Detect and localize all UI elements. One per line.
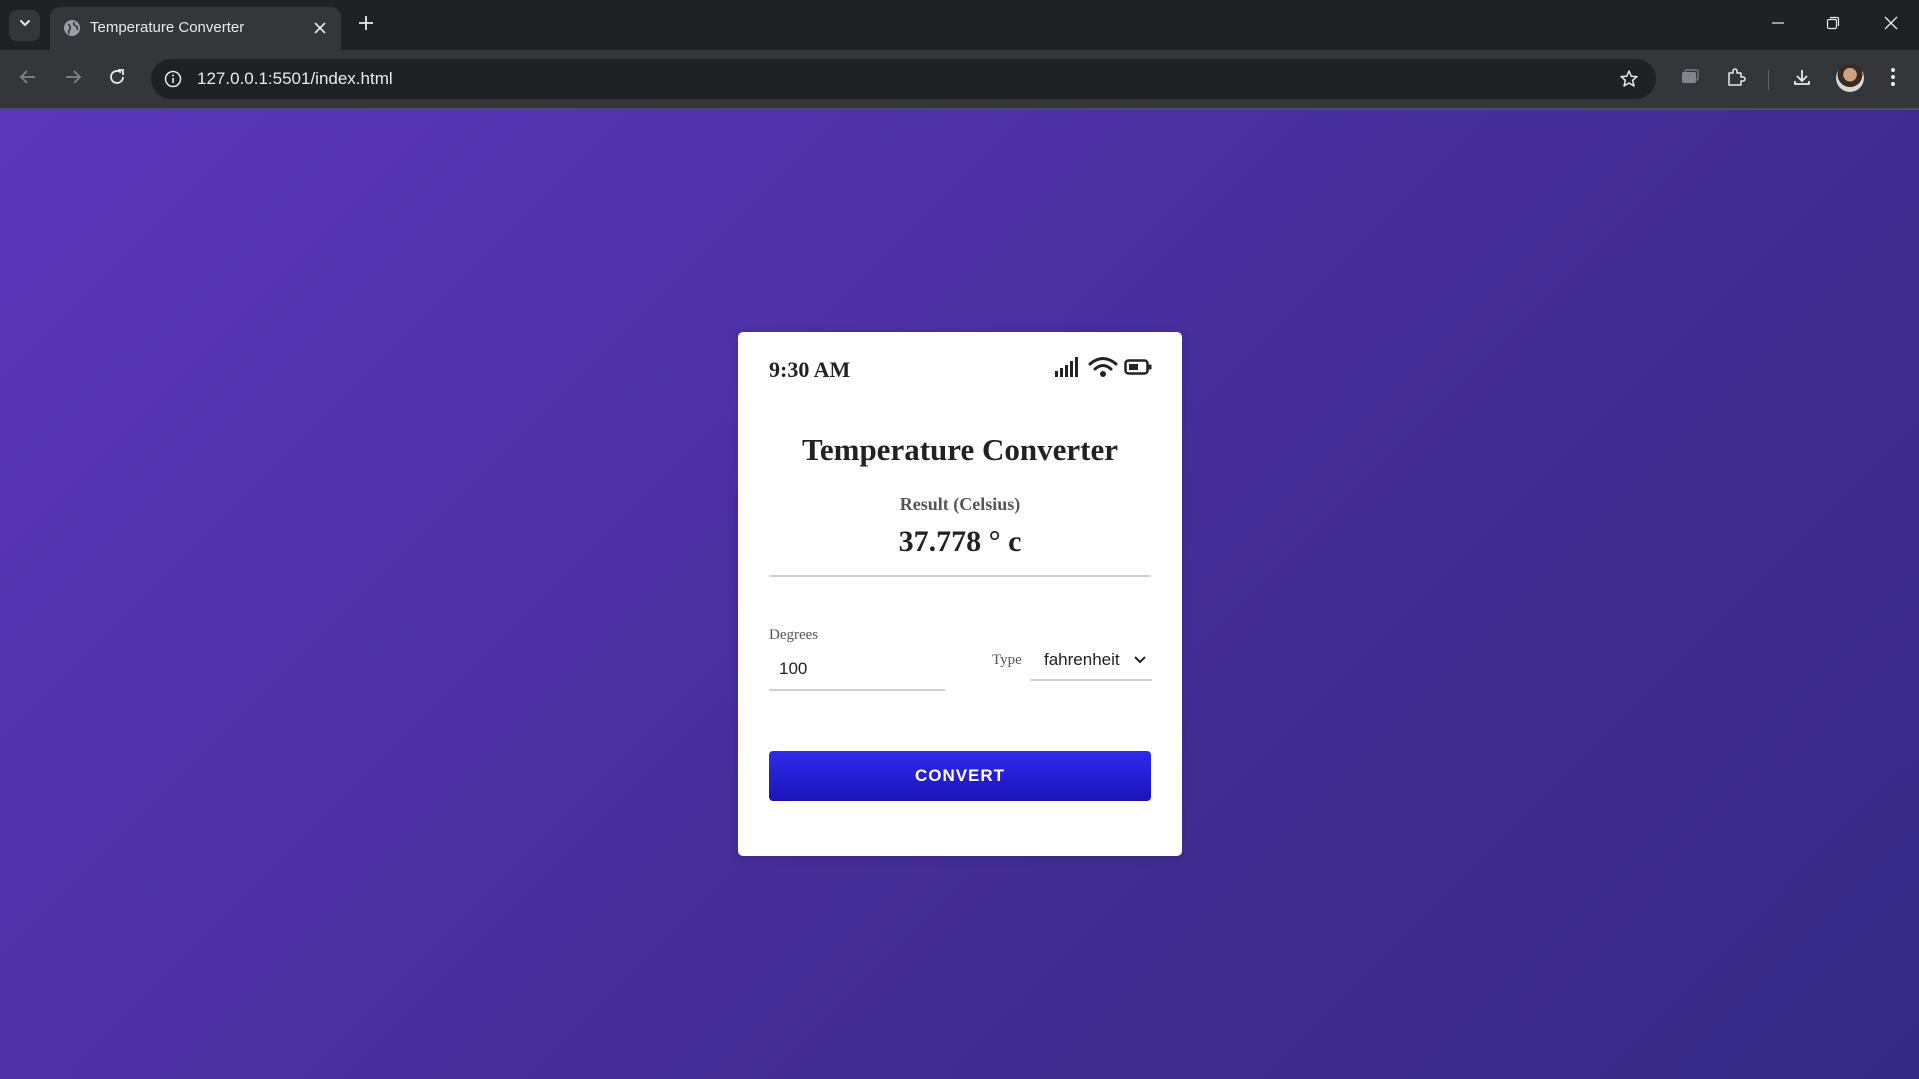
puzzle-icon — [1726, 67, 1746, 92]
more-vertical-icon — [1890, 67, 1896, 92]
back-button[interactable] — [11, 62, 45, 96]
close-window-button[interactable] — [1871, 8, 1911, 42]
tab-search-button[interactable] — [9, 10, 40, 41]
browser-toolbar: 127.0.0.1:5501/index.html — [0, 50, 1919, 108]
status-time: 9:30 AM — [769, 357, 851, 382]
reload-button[interactable] — [100, 62, 134, 96]
type-select[interactable]: fahrenheit — [1030, 639, 1152, 681]
battery-icon — [1124, 358, 1152, 381]
result-label: Result (Celsius) — [899, 494, 1021, 514]
toolbar-divider — [1768, 70, 1769, 90]
browser-tab[interactable]: Temperature Converter — [50, 7, 341, 50]
download-icon — [1792, 67, 1812, 92]
converter-card: 9:30 AM Temperature Converter Result (Ce… — [738, 332, 1182, 856]
new-tab-button[interactable] — [352, 11, 380, 39]
chevron-down-icon — [18, 16, 32, 35]
tab-groups-button[interactable] — [1673, 62, 1707, 96]
result-divider — [769, 575, 1151, 577]
profile-avatar[interactable] — [1836, 64, 1864, 92]
globe-icon — [62, 18, 82, 38]
convert-button[interactable]: CONVERT — [769, 751, 1151, 801]
type-label: Type — [992, 652, 1022, 668]
folder-icon — [1680, 67, 1700, 92]
minimize-icon — [1771, 16, 1785, 35]
restore-icon — [1826, 16, 1840, 35]
browser-tab-strip: Temperature Converter — [0, 0, 1919, 50]
tab-title: Temperature Converter — [90, 19, 245, 36]
type-select-value: fahrenheit — [1044, 650, 1120, 669]
minimize-button[interactable] — [1758, 8, 1798, 42]
plus-icon — [358, 15, 374, 36]
browser-menu-button[interactable] — [1876, 62, 1910, 96]
result-value: 37.778 ° c — [898, 525, 1022, 558]
chevron-down-icon — [1132, 651, 1148, 667]
page-title: Temperature Converter — [802, 432, 1118, 467]
close-icon[interactable] — [309, 17, 331, 39]
arrow-right-icon — [64, 68, 82, 91]
star-icon[interactable] — [1618, 68, 1640, 90]
page-viewport: 9:30 AM Temperature Converter Result (Ce… — [0, 108, 1919, 1079]
reload-icon — [108, 68, 126, 91]
address-bar[interactable]: 127.0.0.1:5501/index.html — [151, 59, 1656, 99]
arrow-left-icon — [19, 68, 37, 91]
status-icons — [1054, 356, 1152, 383]
signal-icon — [1054, 356, 1082, 383]
downloads-button[interactable] — [1785, 62, 1819, 96]
close-icon — [1884, 16, 1898, 35]
wifi-icon — [1088, 356, 1118, 383]
degrees-label: Degrees — [769, 627, 819, 643]
info-icon[interactable] — [162, 68, 184, 90]
restore-button[interactable] — [1813, 8, 1853, 42]
forward-button[interactable] — [56, 62, 90, 96]
extensions-button[interactable] — [1719, 62, 1753, 96]
url-text[interactable]: 127.0.0.1:5501/index.html — [197, 69, 393, 89]
degrees-input[interactable] — [769, 649, 945, 691]
